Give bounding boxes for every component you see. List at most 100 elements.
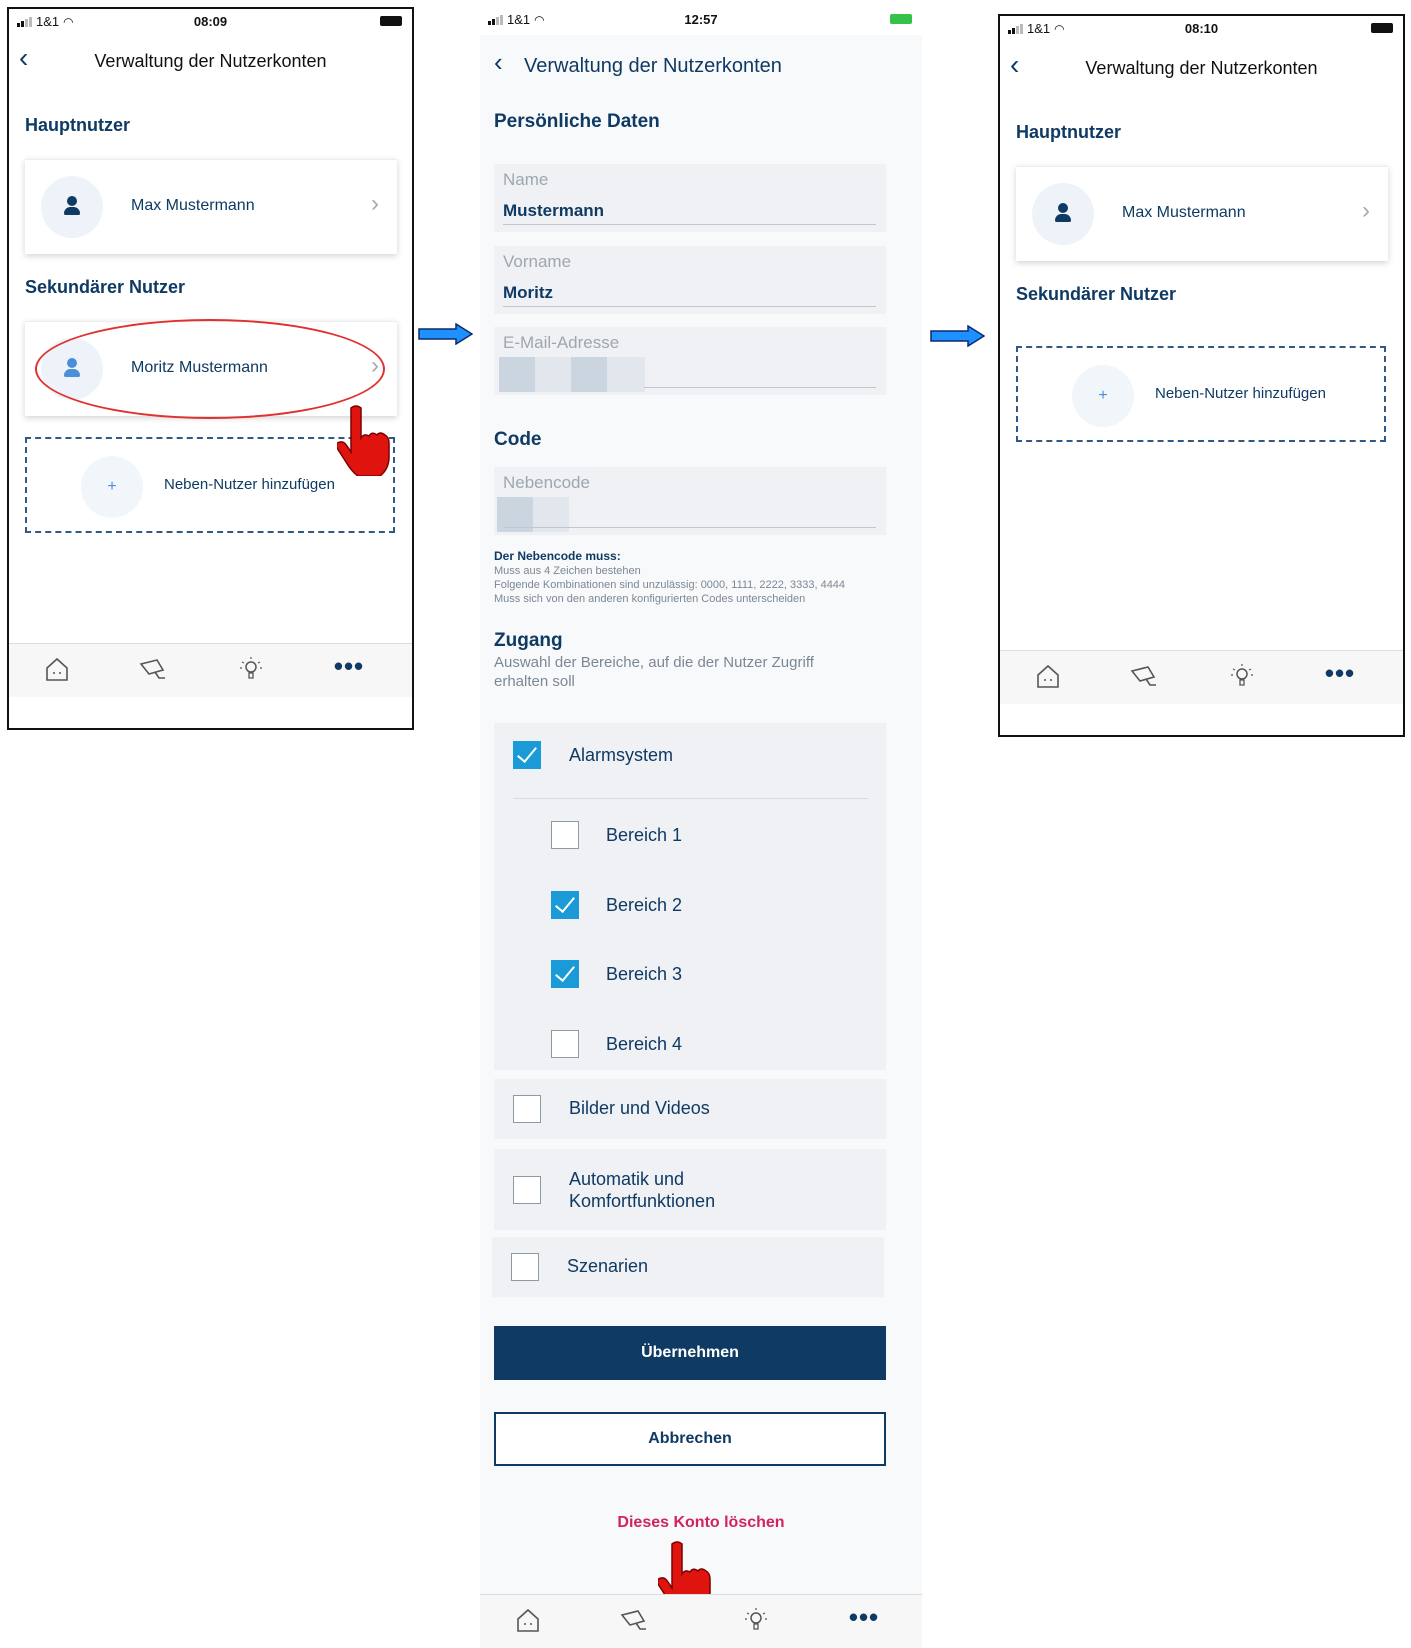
tab-bar: ••• bbox=[9, 643, 412, 697]
name-value: Mustermann bbox=[503, 201, 605, 220]
nav-bar: ‹ Verwaltung der Nutzerkonten bbox=[1000, 50, 1403, 84]
plus-icon: + bbox=[81, 456, 143, 518]
camera-icon[interactable] bbox=[616, 1605, 652, 1635]
hint-line-3: Muss sich von den anderen konfigurierten… bbox=[494, 593, 806, 605]
automation-checkbox[interactable] bbox=[513, 1176, 541, 1204]
arrow-right-icon bbox=[418, 323, 473, 345]
battery-charging-icon bbox=[890, 14, 912, 24]
status-bar: 1&1 ◠ 12:57 bbox=[480, 7, 922, 35]
access-subtitle: Auswahl der Bereiche, auf die der Nutzer… bbox=[494, 654, 814, 690]
hint-line-2: Folgende Kombinationen sind unzulässig: … bbox=[494, 579, 846, 591]
battery-icon bbox=[380, 16, 402, 26]
main-user-heading: Hauptnutzer bbox=[25, 115, 130, 135]
personal-data-heading: Persönliche Daten bbox=[494, 111, 660, 132]
subcode-field[interactable]: Nebencode bbox=[494, 467, 886, 535]
lightbulb-icon[interactable] bbox=[738, 1605, 774, 1635]
redacted-block bbox=[607, 357, 645, 392]
highlight-oval bbox=[35, 319, 385, 419]
nav-bar: ‹ Verwaltung der Nutzerkonten bbox=[480, 47, 922, 81]
page-title: Verwaltung der Nutzerkonten bbox=[524, 55, 782, 77]
user-avatar-icon bbox=[41, 176, 103, 238]
secondary-user-heading: Sekundärer Nutzer bbox=[1016, 284, 1177, 304]
area-3-checkbox[interactable] bbox=[551, 960, 579, 988]
main-user-heading: Hauptnutzer bbox=[1016, 122, 1121, 142]
pictures-access-row[interactable]: Bilder und Videos bbox=[494, 1079, 886, 1139]
battery-icon bbox=[1371, 23, 1393, 33]
subcode-hint: Der Nebencode muss: Muss aus 4 Zeichen b… bbox=[494, 549, 845, 606]
firstname-value: Moritz bbox=[503, 283, 554, 302]
home-icon[interactable] bbox=[39, 654, 75, 684]
tab-bar: ••• bbox=[1000, 650, 1403, 704]
apply-button[interactable]: Übernehmen bbox=[494, 1326, 886, 1380]
nav-bar: ‹ Verwaltung der Nutzerkonten bbox=[9, 43, 412, 77]
status-bar: 1&1 ◠ 08:10 bbox=[1000, 16, 1403, 44]
home-icon[interactable] bbox=[510, 1605, 546, 1635]
alarm-access-group: Alarmsystem Bereich 1 Bereich 2 Bereich … bbox=[494, 723, 886, 1070]
alarm-label: Alarmsystem bbox=[569, 745, 674, 765]
add-user-label: Neben-Nutzer hinzufügen bbox=[1155, 385, 1326, 402]
lightbulb-icon[interactable] bbox=[233, 654, 269, 684]
redacted-block bbox=[535, 357, 571, 392]
status-bar: 1&1 ◠ 08:09 bbox=[9, 9, 412, 37]
main-user-name: Max Mustermann bbox=[131, 197, 255, 214]
scenes-checkbox[interactable] bbox=[511, 1253, 539, 1281]
arrow-right-icon bbox=[930, 325, 985, 347]
delete-account-link[interactable]: Dieses Konto löschen bbox=[480, 1514, 922, 1532]
secondary-user-heading: Sekundärer Nutzer bbox=[25, 277, 186, 297]
hint-line-1: Muss aus 4 Zeichen bestehen bbox=[494, 565, 641, 577]
main-user-card[interactable]: Max Mustermann › bbox=[1016, 166, 1388, 261]
add-user-label: Neben-Nutzer hinzufügen bbox=[164, 476, 335, 493]
phone-screen-user-details: 1&1 ◠ 12:57 ‹ Verwaltung der Nutzerkonte… bbox=[480, 7, 922, 1648]
area-3-label: Bereich 3 bbox=[606, 964, 683, 984]
area-1-checkbox[interactable] bbox=[551, 821, 579, 849]
main-user-card[interactable]: Max Mustermann › bbox=[25, 159, 397, 254]
automation-label-line-1: Automatik und bbox=[569, 1169, 685, 1189]
redacted-block bbox=[499, 357, 535, 392]
name-label: Name bbox=[503, 170, 549, 189]
pictures-label: Bilder und Videos bbox=[569, 1098, 710, 1118]
redacted-block bbox=[571, 357, 607, 392]
scenes-label: Szenarien bbox=[567, 1256, 649, 1276]
name-field[interactable]: Name Mustermann bbox=[494, 164, 886, 232]
firstname-label: Vorname bbox=[503, 252, 572, 271]
area-1-label: Bereich 1 bbox=[606, 825, 683, 845]
main-user-name: Max Mustermann bbox=[1122, 204, 1246, 221]
email-field[interactable]: E-Mail-Adresse bbox=[494, 327, 886, 395]
area-2-checkbox[interactable] bbox=[551, 891, 579, 919]
area-4-label: Bereich 4 bbox=[606, 1034, 683, 1054]
automation-label: Automatik und Komfortfunktionen bbox=[569, 1168, 715, 1212]
plus-icon: + bbox=[1072, 365, 1134, 427]
more-icon[interactable]: ••• bbox=[846, 1604, 882, 1635]
pictures-checkbox[interactable] bbox=[513, 1095, 541, 1123]
subcode-label: Nebencode bbox=[503, 473, 590, 492]
chevron-right-icon: › bbox=[1362, 197, 1370, 224]
access-heading: Zugang bbox=[494, 630, 563, 651]
area-4-checkbox[interactable] bbox=[551, 1030, 579, 1058]
email-label: E-Mail-Adresse bbox=[503, 333, 620, 352]
more-icon[interactable]: ••• bbox=[1322, 660, 1358, 691]
clock: 12:57 bbox=[684, 12, 718, 27]
automation-label-line-2: Komfortfunktionen bbox=[569, 1191, 716, 1211]
firstname-field[interactable]: Vorname Moritz bbox=[494, 246, 886, 314]
more-icon[interactable]: ••• bbox=[331, 653, 367, 684]
home-icon[interactable] bbox=[1030, 661, 1066, 691]
hint-title: Der Nebencode muss: bbox=[494, 549, 621, 563]
scenes-access-row[interactable]: Szenarien bbox=[492, 1237, 884, 1297]
camera-icon[interactable] bbox=[135, 654, 171, 684]
automation-access-row[interactable]: Automatik und Komfortfunktionen bbox=[494, 1149, 886, 1230]
clock: 08:10 bbox=[1184, 21, 1219, 36]
alarm-checkbox[interactable] bbox=[513, 741, 541, 769]
lightbulb-icon[interactable] bbox=[1224, 661, 1260, 691]
cancel-button[interactable]: Abbrechen bbox=[494, 1412, 886, 1466]
add-secondary-user-button[interactable]: + Neben-Nutzer hinzufügen bbox=[1016, 346, 1386, 442]
code-heading: Code bbox=[494, 429, 542, 450]
divider bbox=[513, 798, 868, 799]
phone-screen-user-list: 1&1 ◠ 08:09 ‹ Verwaltung der Nutzerkonte… bbox=[7, 7, 414, 730]
camera-icon[interactable] bbox=[1126, 661, 1162, 691]
tab-bar: ••• bbox=[480, 1594, 922, 1648]
page-title: Verwaltung der Nutzerkonten bbox=[94, 51, 327, 71]
chevron-right-icon: › bbox=[371, 190, 379, 217]
clock: 08:09 bbox=[193, 14, 228, 29]
phone-screen-user-list-after-delete: 1&1 ◠ 08:10 ‹ Verwaltung der Nutzerkonte… bbox=[998, 14, 1405, 737]
back-icon[interactable]: ‹ bbox=[494, 47, 503, 77]
